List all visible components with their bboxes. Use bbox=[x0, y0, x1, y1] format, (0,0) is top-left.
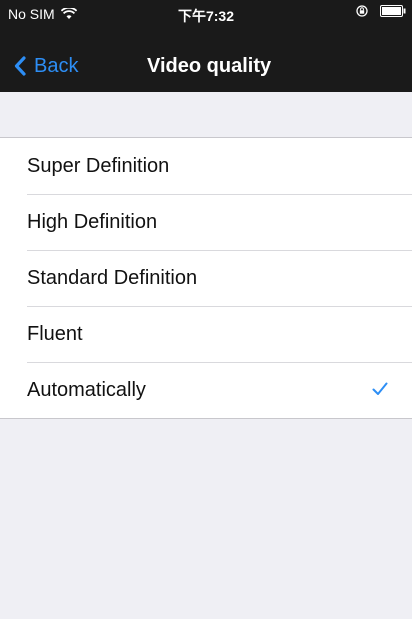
option-automatically[interactable]: Automatically bbox=[0, 362, 412, 418]
option-label: High Definition bbox=[27, 211, 158, 233]
option-label: Standard Definition bbox=[27, 267, 198, 289]
navigation-bar: Back Video quality bbox=[0, 46, 412, 86]
top-bar: No SIM 下午7:32 Back Video quality bbox=[0, 0, 412, 92]
status-indicators bbox=[356, 5, 406, 17]
video-quality-screen: No SIM 下午7:32 Back Video quality Super D… bbox=[0, 0, 412, 619]
page-title: Video quality bbox=[147, 55, 272, 77]
option-high-definition[interactable]: High Definition bbox=[0, 194, 412, 250]
battery-icon bbox=[380, 5, 406, 17]
option-fluent[interactable]: Fluent bbox=[0, 306, 412, 362]
status-time: 下午7:32 bbox=[177, 8, 235, 24]
rotation-lock-icon bbox=[356, 5, 368, 17]
checkmark-icon bbox=[372, 382, 388, 395]
option-standard-definition[interactable]: Standard Definition bbox=[0, 250, 412, 306]
option-label: Fluent bbox=[27, 323, 83, 345]
chevron-left-icon bbox=[14, 56, 26, 76]
option-super-definition[interactable]: Super Definition bbox=[0, 138, 412, 194]
status-bar: No SIM 下午7:32 bbox=[0, 0, 412, 28]
back-button[interactable]: Back bbox=[14, 46, 78, 86]
option-label: Super Definition bbox=[27, 155, 170, 177]
video-quality-options: Super Definition High Definition Standar… bbox=[0, 137, 412, 419]
option-label: Automatically bbox=[27, 379, 146, 401]
back-label: Back bbox=[34, 54, 79, 77]
